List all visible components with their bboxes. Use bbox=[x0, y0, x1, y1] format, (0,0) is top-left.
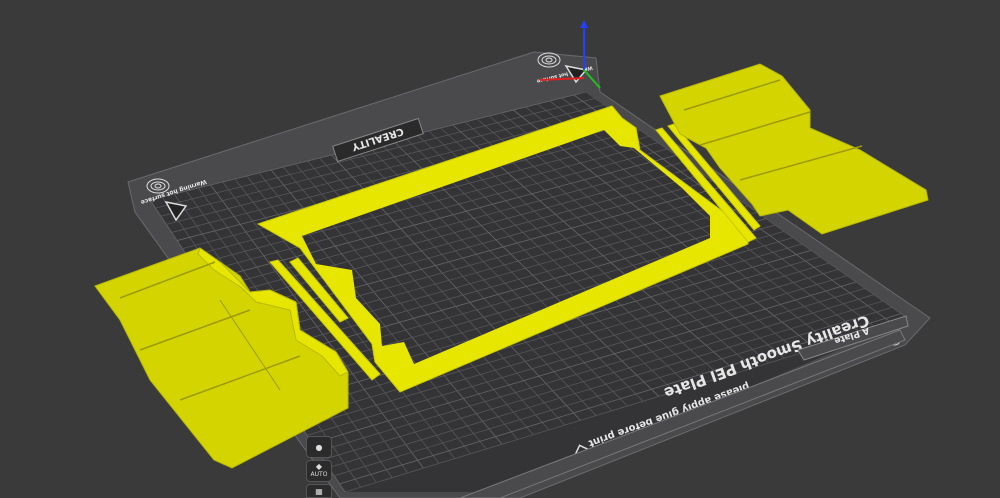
3d-viewport[interactable]: CREALITY Warning hot surface Warning hot… bbox=[0, 0, 1000, 498]
auto-label: AUTO bbox=[310, 471, 328, 478]
auto-orient-icon[interactable]: ◆ AUTO bbox=[306, 460, 332, 482]
lock-icon[interactable]: ● bbox=[306, 436, 332, 458]
arrange-icon[interactable]: ▦ bbox=[306, 484, 332, 498]
auto-orient-glyph: ◆ bbox=[315, 462, 323, 471]
